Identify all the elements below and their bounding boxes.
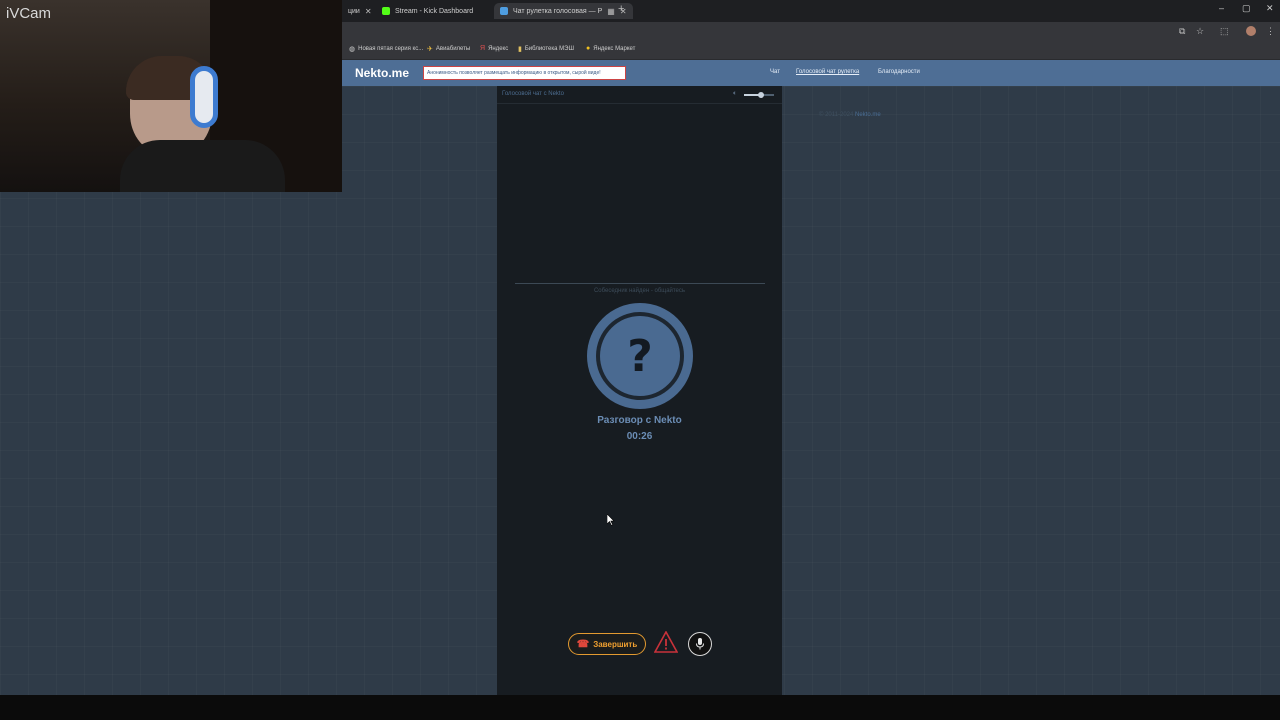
browser-tabstrip: ции ✕ Stream - Kick Dashboard ✕ Чат руле… <box>342 0 1280 22</box>
browser-tab[interactable]: Stream - Kick Dashboard ✕ <box>376 3 513 19</box>
question-mark-icon: ? <box>600 316 680 396</box>
bookmark-item[interactable]: ✈ Авиабилеты <box>427 45 470 53</box>
tab-title: Чат рулетка голосовая — Р <box>513 7 603 15</box>
taskbar-strip <box>0 695 1280 720</box>
bookmark-label: Яндекс <box>488 45 509 52</box>
webcam-person-body <box>120 140 285 192</box>
maximize-icon[interactable]: ▢ <box>1242 3 1251 14</box>
status-message: Собеседник найден - общайтесь <box>497 279 782 297</box>
bookmark-item[interactable]: ▮ Библиотека МЭШ <box>518 45 574 53</box>
bookmark-item[interactable]: ● Яндекс Маркет <box>586 45 635 52</box>
nekto-favicon-icon <box>500 7 508 15</box>
nav-link-chat[interactable]: Чат <box>770 69 780 75</box>
bookmark-label: Библиотека МЭШ <box>524 46 574 52</box>
plane-icon: ✈ <box>427 46 433 53</box>
partner-avatar: ? <box>587 303 693 409</box>
status-message-text: Собеседник найден - общайтесь <box>590 288 689 294</box>
tab-title: Stream - Kick Dashboard <box>395 7 474 15</box>
kick-favicon-icon <box>382 7 390 15</box>
browser-toolbar: ⧉ ☆ ⬚ ⋮ <box>342 22 1280 40</box>
new-tab-icon[interactable]: + <box>618 3 624 15</box>
partner-avatar-ring: ? <box>596 312 684 400</box>
volume-slider-knob[interactable] <box>757 92 764 98</box>
book-icon: ▮ <box>518 46 522 53</box>
bookmark-label: Авиабилеты <box>435 46 471 52</box>
nav-link-thanks[interactable]: Благодарности <box>878 69 920 75</box>
conversation-label: Разговор с Nekto <box>597 415 682 426</box>
globe-icon: ◍ <box>349 46 356 53</box>
tab-title: ции <box>348 7 360 15</box>
microphone-button[interactable] <box>688 632 712 656</box>
volume-icon[interactable]: 🔈︎ <box>733 90 737 98</box>
end-call-label: Завершить <box>593 639 638 649</box>
yandex-icon: Я <box>480 45 486 52</box>
market-icon: ● <box>586 45 591 52</box>
minimize-icon[interactable]: – <box>1219 3 1224 13</box>
chat-divider <box>497 103 782 104</box>
tab-audio-icon[interactable]: ▦ <box>607 7 615 16</box>
site-logo[interactable]: Nekto.me <box>355 66 409 80</box>
microphone-icon <box>696 638 704 650</box>
bookmark-star-icon[interactable]: ☆ <box>1196 26 1204 37</box>
call-timer: 00:26 <box>626 431 653 442</box>
report-warning-icon[interactable] <box>654 631 678 653</box>
chat-title: Голосовой чат с Nekto <box>502 91 564 97</box>
bookmark-item[interactable]: Я Яндекс <box>480 45 508 52</box>
anonymity-notice: Анонимность позволяет размещать информац… <box>423 66 626 80</box>
menu-dots-icon[interactable]: ⋮ <box>1266 26 1275 37</box>
mouse-cursor-icon <box>607 514 615 526</box>
browser-tab[interactable]: ции ✕ <box>342 3 378 19</box>
bookmarks-bar: ◍ Новая пятая серия кс... ✈ Авиабилеты Я… <box>342 40 1280 60</box>
bookmark-label: Новая пятая серия кс... <box>358 46 424 52</box>
bookmark-label: Яндекс Маркет <box>593 45 636 52</box>
headphone-icon <box>190 66 218 128</box>
nav-link-voice-roulette[interactable]: Голосовой чат рулетка <box>796 69 859 75</box>
tab-close-icon[interactable]: ✕ <box>365 7 372 16</box>
install-app-icon[interactable]: ⧉ <box>1179 26 1185 37</box>
copyright: © 2011-2024 Nekto.me <box>819 112 881 118</box>
hangup-phone-icon: ☎ <box>576 638 590 650</box>
volume-slider[interactable] <box>744 92 774 98</box>
site-header: Nekto.me Анонимность позволяет размещать… <box>342 60 1280 86</box>
webcam-overlay: iVCam <box>0 0 342 192</box>
bookmark-item[interactable]: ◍ Новая пятая серия кс... <box>349 45 423 53</box>
copyright-link[interactable]: Nekto.me <box>855 112 881 118</box>
extensions-icon[interactable]: ⬚ <box>1220 26 1229 37</box>
voice-chat-panel: Голосовой чат с Nekto 🔈︎ Собеседник найд… <box>497 86 782 695</box>
browser-tab-active[interactable]: Чат рулетка голосовая — Р ▦ ✕ <box>494 3 633 19</box>
close-window-icon[interactable]: ✕ <box>1266 3 1274 14</box>
end-call-button[interactable]: ☎ Завершить <box>568 633 646 655</box>
webcam-label: iVCam <box>6 5 52 22</box>
copyright-text: © 2011-2024 <box>819 112 854 118</box>
profile-avatar[interactable] <box>1246 26 1256 36</box>
